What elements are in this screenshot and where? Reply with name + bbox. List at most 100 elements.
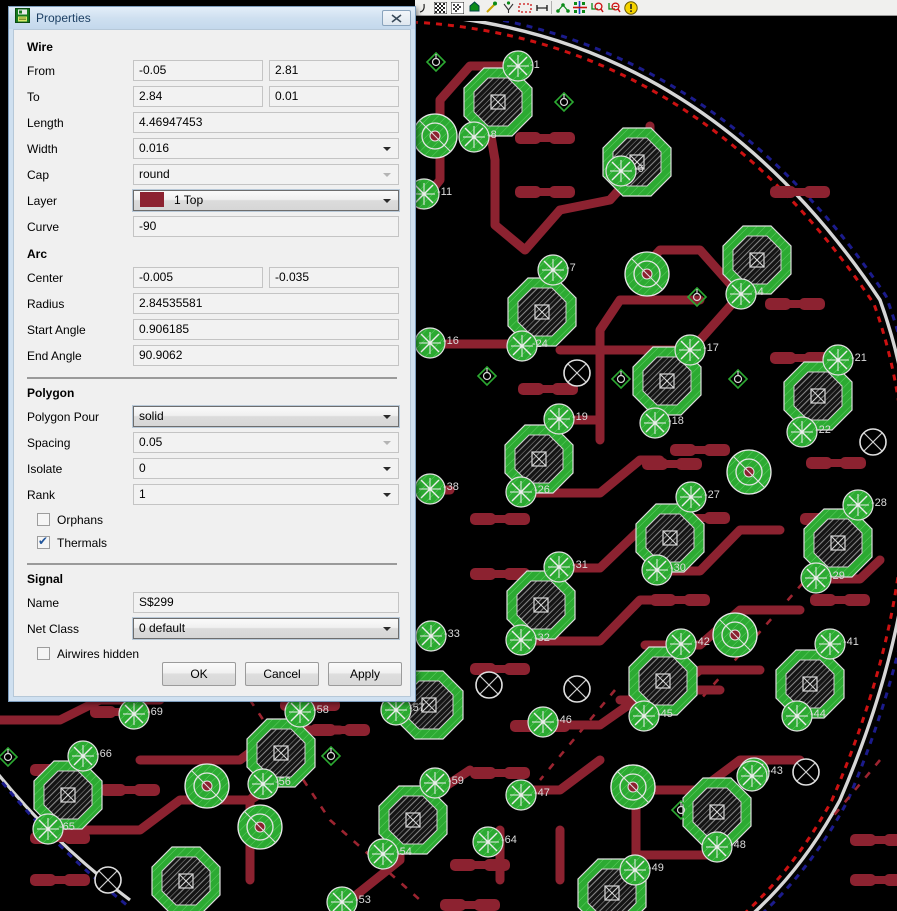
- to-x-input[interactable]: 2.84: [133, 86, 263, 107]
- row-center: Center -0.005 -0.035: [25, 265, 399, 290]
- zoom-out-icon[interactable]: [589, 0, 605, 15]
- pad-label: -30: [670, 562, 686, 574]
- row-thermals: Thermals: [25, 531, 399, 554]
- from-x-input[interactable]: -0.05: [133, 60, 263, 81]
- label-isolate: Isolate: [27, 461, 63, 476]
- airwires-hidden-label: Airwires hidden: [57, 646, 140, 661]
- net-class-combobox[interactable]: 0 default: [132, 617, 400, 640]
- pad-label: -21: [851, 352, 867, 364]
- section-heading-polygon: Polygon: [27, 386, 75, 400]
- thermals-checkbox[interactable]: [37, 534, 50, 549]
- thermals-label: Thermals: [57, 535, 108, 550]
- net-icon[interactable]: [555, 0, 571, 15]
- pad-label: -26: [534, 484, 550, 496]
- spacing-combobox[interactable]: 0.05: [133, 432, 399, 453]
- row-net-class: Net Class 0 default: [25, 616, 400, 641]
- chevron-down-icon: [383, 173, 391, 177]
- polygon-pour-combobox[interactable]: solid: [132, 405, 400, 428]
- airwires-hidden-checkbox[interactable]: [37, 647, 50, 660]
- pad-label: -33: [444, 628, 460, 640]
- route-icon[interactable]: [517, 0, 533, 15]
- label-net-class: Net Class: [27, 621, 80, 636]
- measure-icon[interactable]: [534, 0, 550, 15]
- errors-icon[interactable]: [483, 0, 499, 15]
- start-angle-input[interactable]: 0.906185: [133, 319, 399, 340]
- length-input[interactable]: 4.46947453: [133, 112, 399, 133]
- curve-input[interactable]: -90: [133, 216, 399, 237]
- chevron-down-icon: [383, 467, 391, 471]
- cap-value: round: [139, 167, 170, 181]
- pad-label: -44: [810, 708, 826, 720]
- cap-combobox[interactable]: round: [133, 164, 399, 185]
- signal-name-input[interactable]: S$299: [133, 592, 399, 613]
- dialog-titlebar[interactable]: Properties: [9, 7, 415, 29]
- row-length: Length 4.46947453: [25, 110, 399, 135]
- pad-label: -7: [566, 262, 576, 274]
- label-radius: Radius: [27, 296, 65, 311]
- cancel-button[interactable]: Cancel: [245, 662, 319, 686]
- row-rank: Rank 1: [25, 482, 399, 507]
- grid-icon[interactable]: [572, 0, 588, 15]
- orphans-checkbox[interactable]: [37, 513, 50, 526]
- label-layer: Layer: [27, 193, 58, 208]
- pad-label: -66: [96, 748, 112, 760]
- pad-label: -19: [572, 411, 588, 423]
- zoom-in-icon[interactable]: [606, 0, 622, 15]
- pad-label: -11: [437, 186, 452, 198]
- signal-icon[interactable]: [500, 0, 516, 15]
- eagle-pcb-editor: -1 -8 -11 -6 -7 -4 -16 -24 -17 -21 -19 -18 -22 -38 -26…: [0, 0, 897, 911]
- label-spacing: Spacing: [27, 435, 71, 450]
- row-name: Name S$299: [25, 590, 399, 615]
- apply-button[interactable]: Apply: [328, 662, 402, 686]
- to-y-input[interactable]: 0.01: [269, 86, 399, 107]
- pad-label: -29: [829, 570, 845, 582]
- chevron-down-icon: [383, 415, 391, 419]
- label-to: To: [27, 89, 40, 104]
- pad-label: -32: [534, 632, 550, 644]
- layer-color-swatch: [140, 192, 164, 207]
- polygon-fill-icon[interactable]: [432, 0, 448, 15]
- pad-label: -31: [572, 559, 588, 571]
- rank-value: 1: [139, 487, 146, 501]
- label-width: Width: [27, 141, 58, 156]
- layer-combobox[interactable]: 1 Top: [132, 189, 400, 212]
- info-icon[interactable]: [623, 0, 639, 15]
- pad-label: -27: [704, 489, 720, 501]
- end-angle-input[interactable]: 90.9062: [133, 345, 399, 366]
- pad-label: -6: [634, 163, 644, 175]
- pad-label: -47: [534, 787, 550, 799]
- pad-label: -42: [694, 636, 710, 648]
- from-y-input[interactable]: 2.81: [269, 60, 399, 81]
- pad-label: -54: [396, 846, 412, 858]
- center-x-input[interactable]: -0.005: [133, 267, 263, 288]
- pad-label: -65: [59, 821, 75, 833]
- pad-label: -59: [448, 775, 464, 787]
- label-rank: Rank: [27, 487, 56, 502]
- section-heading-arc: Arc: [27, 247, 48, 261]
- main-toolbar[interactable]: [415, 0, 897, 16]
- radius-input[interactable]: 2.84535581: [133, 293, 399, 314]
- close-icon[interactable]: [382, 10, 411, 26]
- drc-icon[interactable]: [466, 0, 482, 15]
- pad-label: -16: [443, 335, 459, 347]
- divider-signal: [27, 563, 397, 565]
- save-floppy-icon: [15, 8, 30, 28]
- ok-button[interactable]: OK: [162, 662, 236, 686]
- row-cap: Cap round: [25, 162, 399, 187]
- rank-combobox[interactable]: 1: [133, 484, 399, 505]
- chevron-down-icon: [383, 199, 391, 203]
- net-class-value: 0 default: [139, 621, 186, 635]
- isolate-value: 0: [139, 461, 146, 475]
- label-name: Name: [27, 595, 60, 610]
- row-start-angle: Start Angle 0.906185: [25, 317, 399, 342]
- chevron-down-icon: [383, 627, 391, 631]
- curve-tool-icon[interactable]: [415, 0, 431, 15]
- pad-label: -46: [556, 714, 572, 726]
- width-combobox[interactable]: 0.016: [133, 138, 399, 159]
- isolate-combobox[interactable]: 0: [133, 458, 399, 479]
- ratsnest-icon[interactable]: [449, 0, 465, 15]
- chevron-down-icon: [383, 147, 391, 151]
- pad-label: -38: [443, 481, 459, 493]
- section-heading-signal: Signal: [27, 572, 64, 586]
- center-y-input[interactable]: -0.035: [269, 267, 399, 288]
